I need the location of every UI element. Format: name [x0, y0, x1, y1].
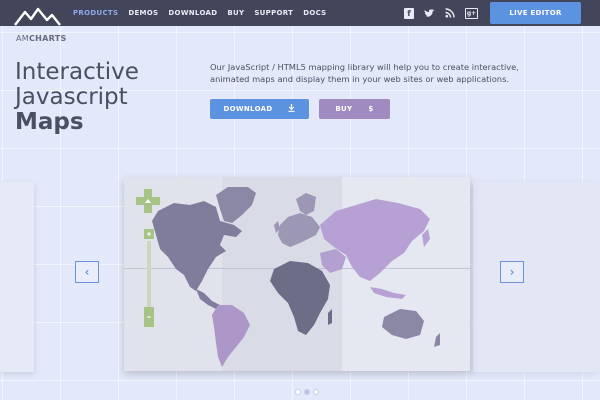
map-new-zealand — [434, 333, 440, 347]
map-greenland — [216, 187, 256, 223]
social-links: f g+ — [404, 6, 478, 20]
map-europe — [278, 213, 320, 247]
map-southeast-asia — [370, 287, 406, 299]
buy-button[interactable]: BUY $ — [319, 99, 390, 119]
chevron-left-icon: ‹ — [84, 265, 90, 279]
facebook-icon[interactable]: f — [404, 7, 414, 19]
live-editor-button[interactable]: LIVE EDITOR — [490, 2, 581, 24]
download-icon — [288, 104, 295, 114]
carousel-pagination — [295, 389, 319, 395]
world-map-preview[interactable] — [124, 177, 470, 371]
carousel-prev-arrow[interactable]: ‹ — [75, 261, 99, 283]
map-madagascar — [328, 309, 332, 325]
chevron-right-icon: › — [509, 265, 515, 279]
carousel-dot-1[interactable] — [295, 389, 301, 395]
download-button[interactable]: DOWNLOAD — [210, 99, 309, 119]
title-line-3: Maps — [15, 109, 84, 135]
logo-wordmark: AMCHARTS — [16, 34, 67, 43]
google-plus-icon[interactable]: g+ — [465, 7, 478, 19]
carousel-next-slide — [473, 182, 600, 372]
amcharts-logo[interactable]: AMCHARTS — [14, 0, 67, 46]
nav-buy[interactable]: BUY — [227, 9, 244, 17]
carousel-dot-3[interactable] — [313, 389, 319, 395]
mountain-logo-icon — [14, 7, 61, 26]
main-nav: PRODUCTS DEMOS DOWNLOAD BUY SUPPORT DOCS — [73, 0, 327, 26]
zoom-slider-track[interactable] — [147, 241, 151, 307]
pan-control[interactable] — [136, 189, 160, 213]
twitter-icon[interactable] — [424, 8, 435, 19]
map-central-america — [196, 289, 220, 309]
download-button-label: DOWNLOAD — [223, 105, 273, 113]
dollar-icon: $ — [368, 105, 374, 113]
nav-docs[interactable]: DOCS — [303, 9, 326, 17]
nav-products[interactable]: PRODUCTS — [73, 9, 118, 17]
map-australia — [382, 309, 424, 339]
map-middle-east — [320, 249, 346, 273]
map-japan — [422, 229, 430, 247]
carousel-prev-slide — [0, 182, 34, 372]
nav-demos[interactable]: DEMOS — [128, 9, 158, 17]
map-zoom-controls — [136, 189, 160, 327]
buy-button-label: BUY — [335, 105, 353, 113]
map-scandinavia — [296, 193, 316, 215]
carousel-next-arrow[interactable]: › — [500, 261, 524, 283]
hero-description: Our JavaScript / HTML5 mapping library w… — [210, 62, 519, 84]
rss-icon[interactable] — [445, 8, 455, 19]
nav-download[interactable]: DOWNLOAD — [168, 9, 217, 17]
carousel-dot-2[interactable] — [304, 389, 310, 395]
map-africa — [270, 261, 330, 335]
title-line-1: Interactive — [15, 59, 139, 85]
world-map — [152, 187, 440, 367]
page-title: Interactive Javascript Maps — [15, 60, 139, 135]
map-south-america — [212, 305, 250, 367]
nav-support[interactable]: SUPPORT — [254, 9, 293, 17]
title-line-2: Javascript — [15, 84, 128, 110]
